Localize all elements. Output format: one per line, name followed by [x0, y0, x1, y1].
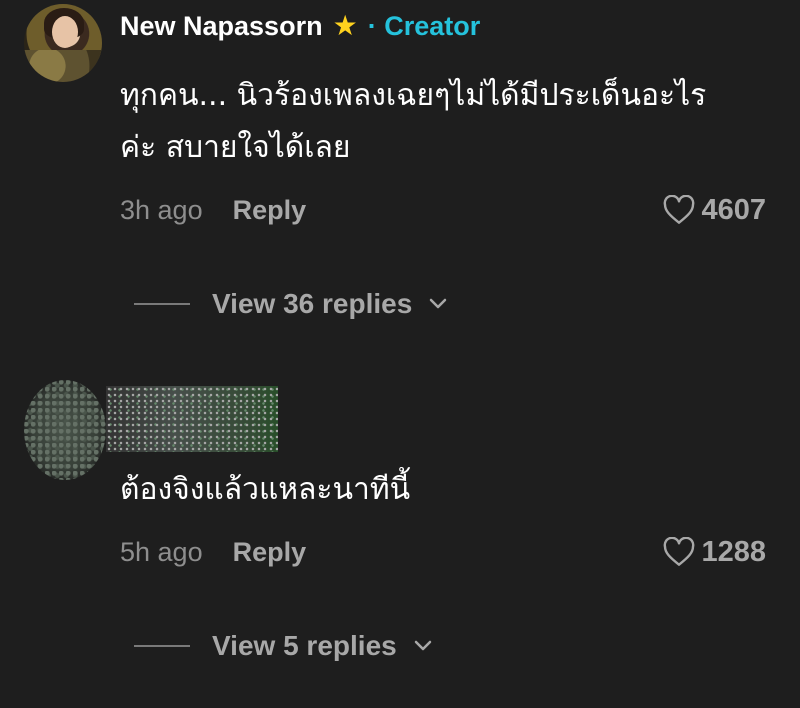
like-count: 1288: [701, 535, 766, 568]
creator-badge: · Creator: [368, 11, 481, 42]
comment-header: New Napassorn ★ · Creator: [120, 6, 480, 46]
reply-button[interactable]: Reply: [233, 195, 307, 226]
star-icon: ★: [332, 10, 358, 41]
timestamp: 5h ago: [120, 536, 203, 567]
divider-line: [134, 645, 190, 647]
chevron-down-icon: [414, 640, 431, 651]
avatar-fur: [24, 50, 102, 82]
comment-item: New Napassorn ★ · Creator ทุกคน... นิวร้…: [0, 0, 800, 350]
like-count: 4607: [701, 193, 766, 226]
comment-meta: 3h ago Reply 4607: [120, 190, 766, 230]
view-replies-button[interactable]: View 36 replies: [134, 284, 448, 324]
view-replies-button[interactable]: View 5 replies: [134, 626, 433, 666]
reply-button[interactable]: Reply: [233, 537, 307, 568]
view-replies-label: View 36 replies: [212, 288, 413, 319]
like-button[interactable]: 1288: [663, 536, 766, 569]
avatar[interactable]: [24, 4, 102, 82]
avatar-face: [52, 16, 78, 48]
heart-icon: [664, 195, 695, 224]
view-replies-label: View 5 replies: [212, 630, 397, 661]
divider-line: [134, 303, 190, 305]
heart-icon: [664, 537, 695, 566]
comment-item: ต้องจิงแล้วแหละนาทีนี้ 5h ago Reply 1288…: [0, 370, 800, 708]
comment-text-line: ต้องจิงแล้วแหละนาทีนี้: [120, 472, 411, 507]
comment-text-line: ค่ะ สบายใจได้เลย: [120, 130, 351, 165]
avatar-obscured[interactable]: [24, 380, 106, 480]
like-button[interactable]: 4607: [663, 194, 766, 227]
author-name-obscured[interactable]: [106, 386, 278, 452]
author-name[interactable]: New Napassorn: [120, 11, 323, 42]
badge-separator: ·: [367, 10, 377, 41]
timestamp: 3h ago: [120, 194, 203, 225]
comment-text: ทุกคน... นิวร้องเพลงเฉยๆไม่ได้มีประเด็นอ…: [120, 70, 780, 174]
comment-text: ต้องจิงแล้วแหละนาทีนี้: [120, 464, 780, 516]
comment-text-line: ทุกคน... นิวร้องเพลงเฉยๆไม่ได้มีประเด็นอ…: [120, 78, 707, 113]
comment-meta: 5h ago Reply 1288: [120, 532, 766, 572]
creator-label: Creator: [384, 10, 481, 41]
chevron-down-icon: [430, 298, 447, 309]
